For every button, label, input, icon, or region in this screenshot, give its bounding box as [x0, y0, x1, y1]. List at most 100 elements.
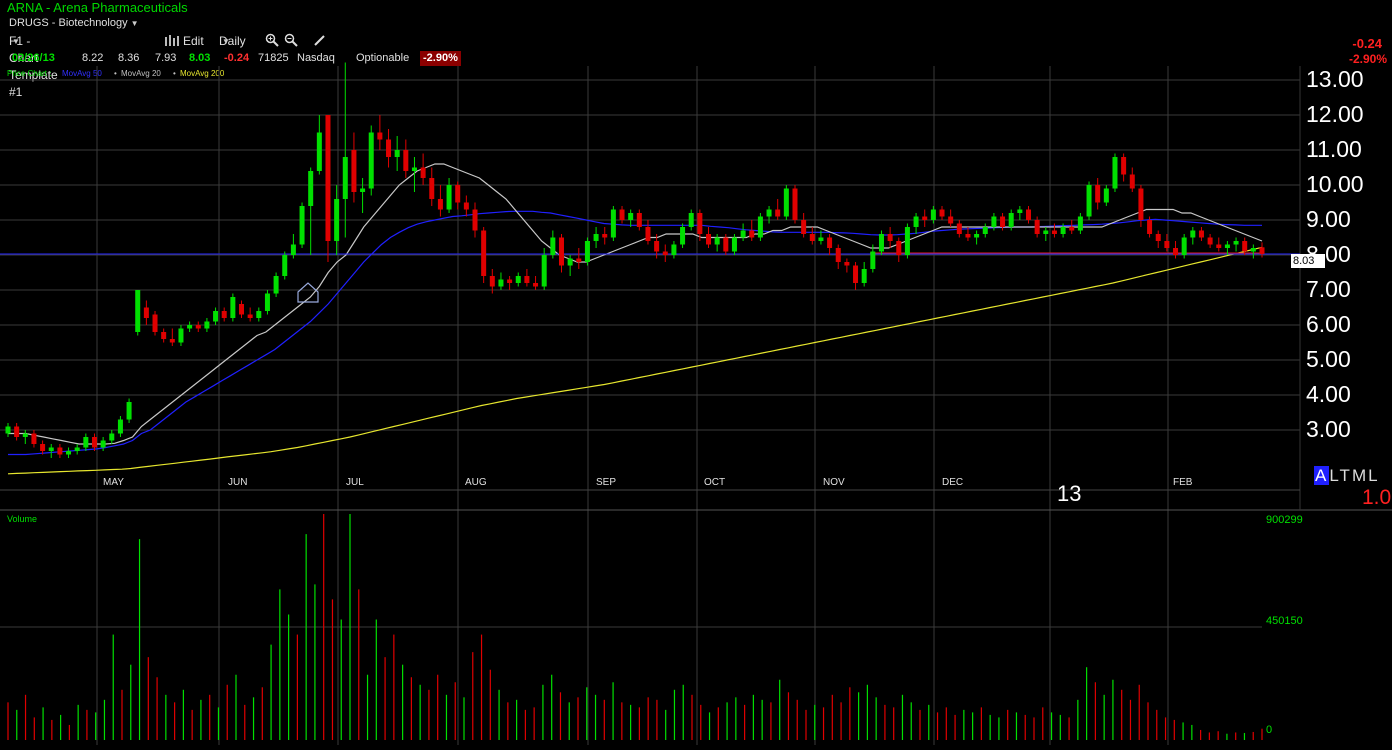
candle-body	[239, 304, 245, 315]
candle-body	[533, 283, 539, 287]
month-label: JUL	[346, 477, 364, 488]
candle-body	[325, 115, 331, 241]
price-tick-label: 12.00	[1306, 101, 1364, 127]
altml-m[interactable]: M	[1352, 466, 1368, 485]
candle-body	[1173, 248, 1179, 255]
candle-body	[524, 276, 530, 283]
month-label: AUG	[465, 477, 487, 488]
price-candles	[5, 62, 1265, 458]
price-tick-label: 4.00	[1306, 381, 1351, 407]
altml-t[interactable]: T	[1340, 466, 1352, 485]
candle-body	[853, 265, 859, 283]
candle-body	[22, 433, 28, 437]
candle-body	[593, 234, 599, 241]
candle-body	[187, 325, 193, 329]
candle-body	[472, 209, 478, 231]
ma50-line	[8, 210, 1262, 456]
candle-body	[1121, 157, 1127, 175]
candle-body	[386, 139, 392, 157]
candle-body	[420, 167, 426, 178]
candle-body	[922, 216, 928, 220]
candle-body	[801, 220, 807, 234]
candle-body	[749, 230, 755, 238]
candle-body	[982, 227, 988, 234]
candle-body	[446, 185, 452, 210]
candle-body	[610, 209, 616, 238]
candle-body	[1181, 237, 1187, 255]
altml-l2[interactable]: L	[1368, 466, 1379, 485]
candle-body	[1086, 185, 1092, 217]
candle-body	[1051, 230, 1057, 234]
candle-body	[1224, 244, 1230, 248]
candle-body	[455, 185, 461, 203]
candle-body	[1000, 216, 1006, 227]
month-label: SEP	[596, 477, 617, 488]
candle-body	[930, 209, 936, 220]
candle-body	[706, 234, 712, 245]
candle-body	[308, 171, 314, 206]
candle-body	[939, 209, 945, 217]
candle-body	[1190, 230, 1196, 238]
candle-body	[351, 150, 357, 192]
candle-body	[290, 244, 296, 255]
grid-lines	[0, 66, 1392, 745]
candle-body	[1233, 241, 1239, 245]
candle-body	[463, 202, 469, 210]
candle-body	[714, 237, 720, 245]
candle-body	[654, 241, 660, 252]
candle-body	[688, 213, 694, 227]
candle-body	[870, 251, 876, 269]
candle-body	[221, 311, 227, 318]
volume-label: Volume	[7, 514, 38, 524]
vol-tick-max: 900299	[1266, 514, 1303, 526]
candle-body	[550, 237, 556, 255]
candle-body	[558, 237, 564, 266]
altml-a[interactable]: A	[1314, 466, 1330, 485]
candle-body	[974, 234, 980, 238]
candle-body	[1060, 227, 1066, 234]
candle-body	[948, 216, 954, 224]
candle-body	[1216, 244, 1222, 248]
candle-body	[109, 433, 115, 441]
candle-body	[1095, 185, 1101, 203]
candle-body	[1069, 227, 1075, 231]
candle-body	[411, 167, 417, 171]
candle-body	[117, 419, 123, 434]
candle-body	[844, 262, 850, 266]
candle-body	[827, 237, 833, 248]
price-tick-label: 6.00	[1306, 311, 1351, 337]
price-volume-chart[interactable]	[0, 0, 1392, 750]
candle-body	[498, 279, 504, 287]
candle-body	[1034, 220, 1040, 234]
altml-l[interactable]: L	[1329, 466, 1339, 485]
candle-body	[965, 234, 971, 238]
candle-body	[766, 209, 772, 217]
candle-body	[1250, 248, 1256, 252]
candle-body	[273, 276, 279, 294]
candle-body	[429, 178, 435, 199]
month-label: NOV	[823, 477, 845, 488]
candle-body	[904, 227, 910, 255]
candle-body	[14, 426, 20, 437]
candle-body	[126, 402, 132, 420]
candle-body	[619, 209, 625, 220]
candle-body	[991, 216, 997, 227]
altml-controls: ALTML	[1314, 466, 1380, 486]
candle-body	[299, 206, 305, 245]
candle-body	[697, 213, 703, 234]
candle-body	[100, 440, 106, 448]
month-label: OCT	[704, 477, 726, 488]
candle-body	[1077, 216, 1083, 231]
candle-body	[628, 213, 634, 220]
candle-body	[645, 227, 651, 241]
ma20-line	[8, 163, 1263, 445]
candle-body	[360, 188, 366, 192]
candle-body	[775, 209, 781, 217]
candle-body	[264, 293, 270, 311]
candle-body	[152, 314, 158, 332]
candle-body	[1164, 241, 1170, 248]
month-label: JUN	[228, 477, 248, 488]
candle-body	[143, 307, 149, 318]
price-tick-label: 7.00	[1306, 276, 1351, 302]
candle-body	[887, 234, 893, 241]
